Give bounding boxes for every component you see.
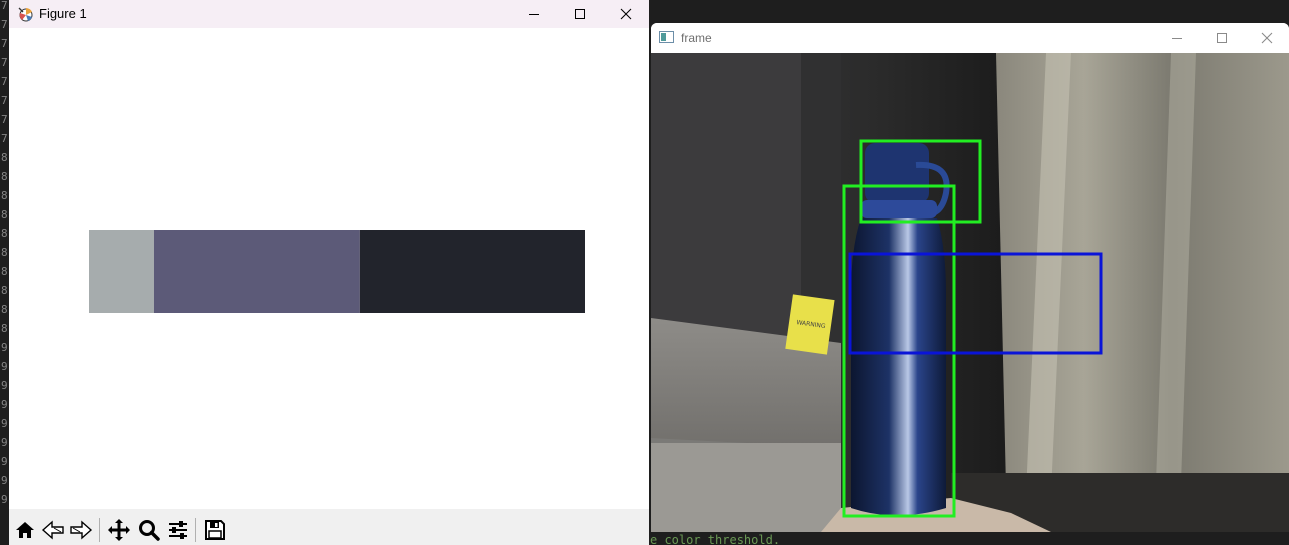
camera-scene: WARNING: [651, 53, 1289, 532]
editor-line-number: 9: [1, 436, 8, 449]
forward-button[interactable]: [68, 517, 94, 543]
editor-line-gutter: 7 7 7 7 7 7 7 7 8 8 8 8 8 8 8 8 8 8 9 9 9 9 9 9 9 9 9: [0, 0, 9, 545]
configure-subplots-icon: [169, 521, 187, 539]
color-segment-3: [359, 230, 585, 313]
frame-titlebar[interactable]: frame: [651, 23, 1289, 53]
navigation-toolbar: [9, 509, 649, 545]
editor-line-number: 8: [1, 151, 8, 164]
editor-line-number: 9: [1, 455, 8, 468]
save-floppy-icon: [205, 520, 225, 540]
home-icon: [16, 522, 34, 538]
toolbar-separator: [99, 518, 100, 542]
maximize-icon: [1217, 33, 1227, 43]
pan-button[interactable]: [106, 517, 132, 543]
editor-line-number: 9: [1, 474, 8, 487]
color-segment-2: [153, 230, 360, 313]
minimize-icon: [1172, 38, 1182, 39]
editor-line-number: 9: [1, 417, 8, 430]
editor-line-number: 7: [1, 0, 8, 12]
close-icon: [1261, 32, 1273, 44]
matplotlib-icon: [18, 7, 33, 22]
configure-subplots-button[interactable]: [165, 517, 191, 543]
editor-line-number: 7: [1, 75, 8, 88]
editor-line-number: 8: [1, 303, 8, 316]
figure-titlebar[interactable]: Figure 1: [9, 0, 649, 28]
figure-canvas[interactable]: [9, 28, 649, 509]
maximize-button[interactable]: [1199, 23, 1245, 53]
editor-line-number: 9: [1, 341, 8, 354]
editor-line-number: 7: [1, 18, 8, 31]
back-arrow-icon: [41, 520, 64, 540]
maximize-button[interactable]: [557, 0, 603, 28]
maximize-icon: [575, 9, 585, 19]
close-button[interactable]: [1244, 23, 1289, 53]
zoom-button[interactable]: [136, 517, 162, 543]
frame-window: frame WARNING: [651, 23, 1289, 532]
close-icon: [620, 8, 632, 20]
editor-line-number: 8: [1, 322, 8, 335]
editor-line-number: 7: [1, 113, 8, 126]
editor-line-number: 8: [1, 208, 8, 221]
editor-line-number: 7: [1, 94, 8, 107]
editor-line-number: 8: [1, 284, 8, 297]
editor-line-number: 8: [1, 246, 8, 259]
editor-line-number: 8: [1, 170, 8, 183]
forward-arrow-icon: [70, 520, 93, 540]
home-button[interactable]: [12, 517, 38, 543]
zoom-magnifier-icon: [139, 520, 160, 541]
editor-line-number: 9: [1, 379, 8, 392]
editor-line-number: 7: [1, 37, 8, 50]
close-button[interactable]: [603, 0, 649, 28]
figure-window: Figure 1: [9, 0, 649, 545]
minimize-button[interactable]: [511, 0, 557, 28]
color-segment-1: [89, 230, 154, 313]
editor-line-number: 8: [1, 189, 8, 202]
editor-line-number: 9: [1, 398, 8, 411]
pan-move-icon: [108, 519, 130, 541]
editor-line-number: 8: [1, 265, 8, 278]
image-window-icon: [659, 31, 674, 43]
editor-line-number: 9: [1, 493, 8, 506]
frame-title: frame: [681, 31, 712, 45]
editor-comment-text: e color threshold.: [650, 533, 781, 545]
editor-line-number: 7: [1, 56, 8, 69]
editor-line-number: 7: [1, 132, 8, 145]
save-button[interactable]: [202, 517, 228, 543]
figure-title: Figure 1: [39, 6, 87, 21]
back-button[interactable]: [40, 517, 66, 543]
minimize-icon: [529, 14, 539, 15]
editor-line-number: 8: [1, 227, 8, 240]
editor-line-number: 9: [1, 360, 8, 373]
dominant-color-bar: [89, 230, 585, 313]
camera-frame-image[interactable]: WARNING: [651, 53, 1289, 532]
minimize-button[interactable]: [1154, 23, 1200, 53]
toolbar-separator: [195, 518, 196, 542]
warning-tag: WARNING: [785, 294, 835, 355]
